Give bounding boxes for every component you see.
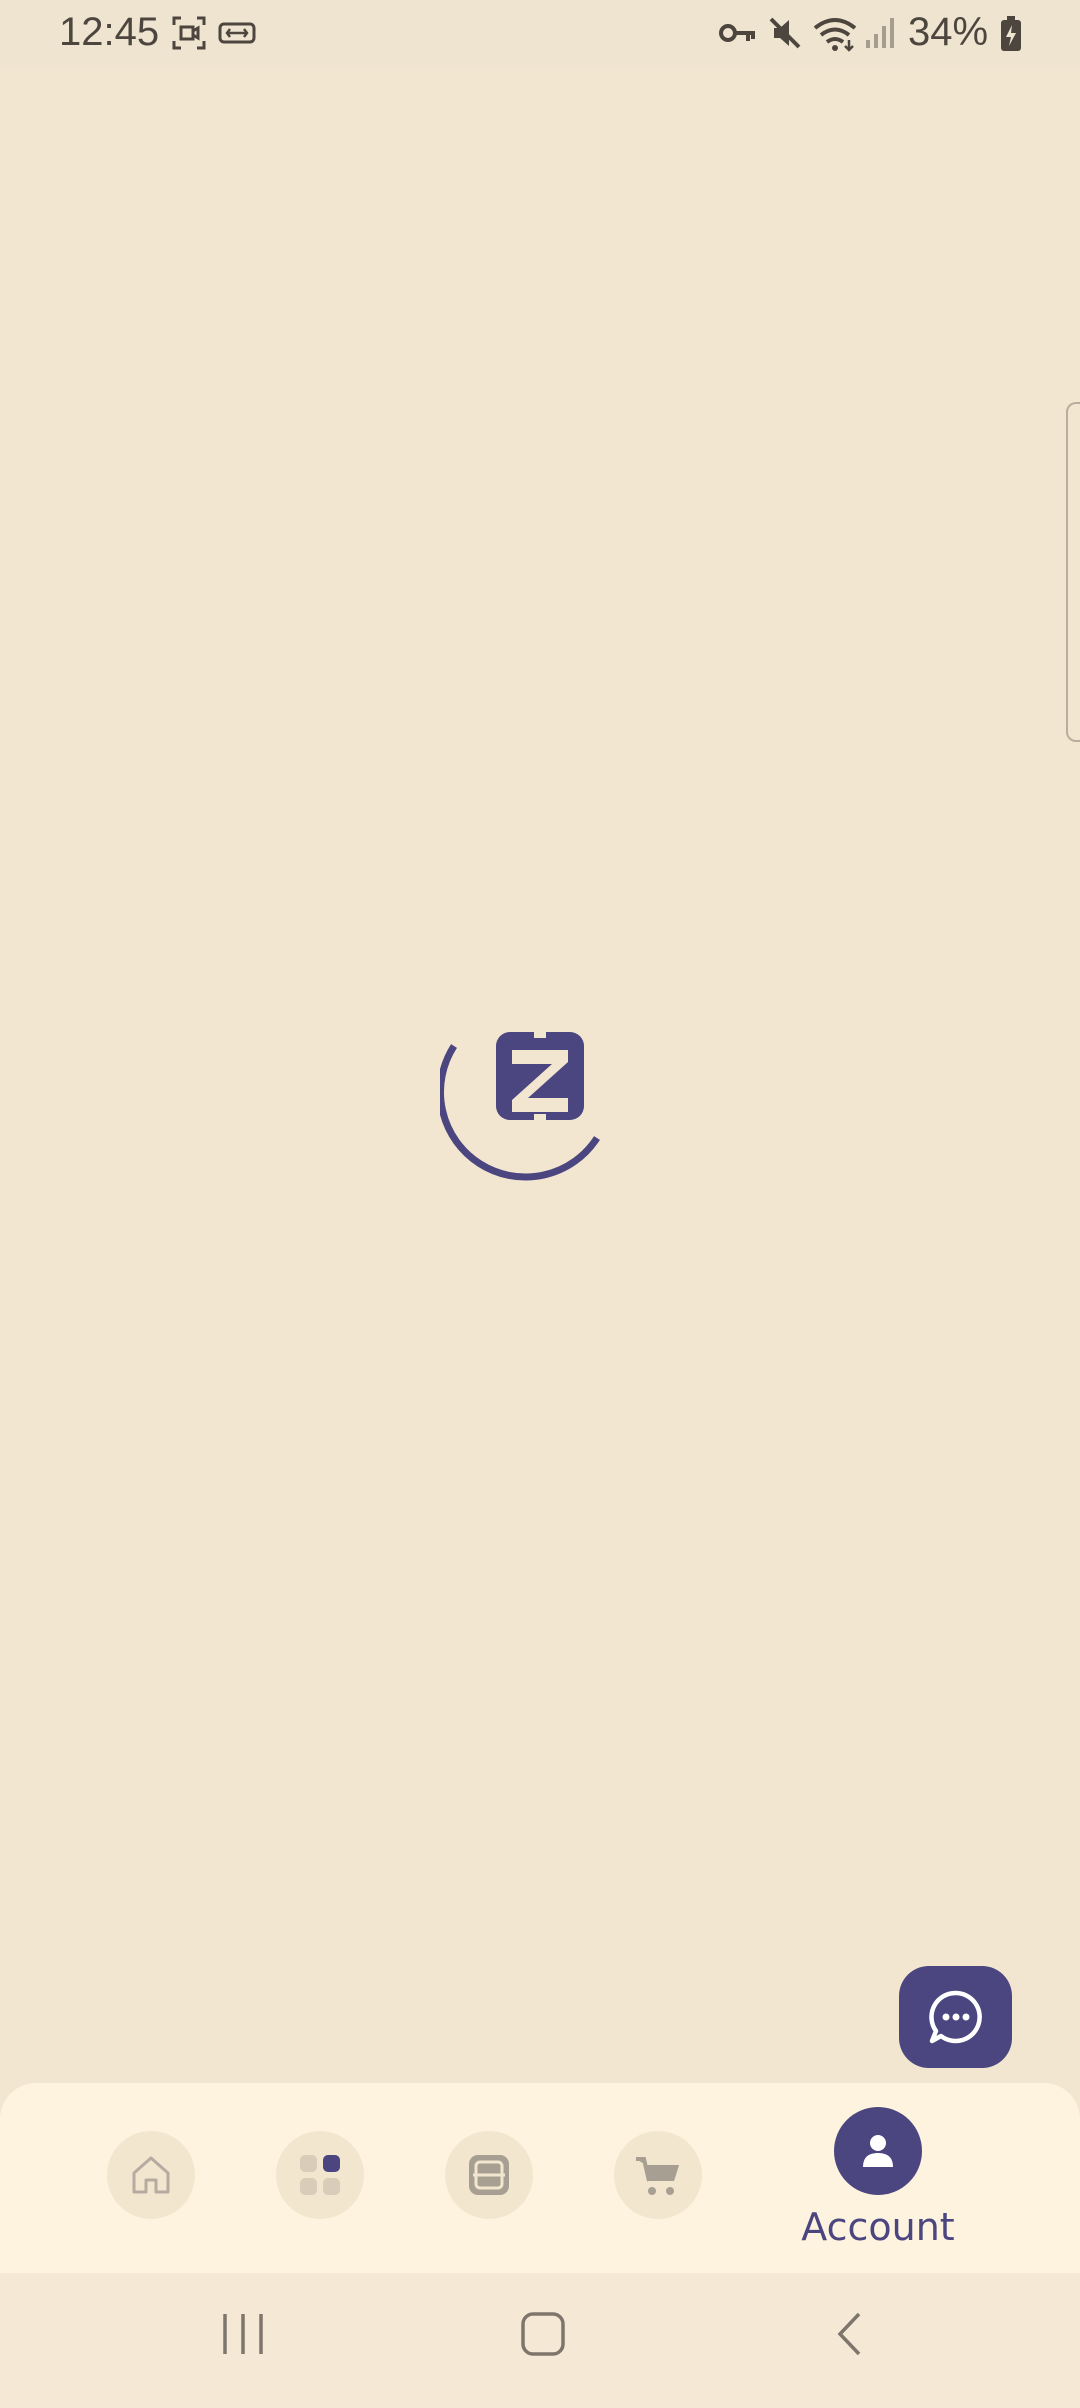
battery-percent: 34% [908, 10, 989, 54]
bottom-navigation: Account [0, 2083, 1080, 2273]
z-logo-spinner-icon [437, 1024, 600, 1181]
nav-account-label[interactable]: Account [790, 2205, 966, 2249]
nav-cart[interactable] [614, 2131, 702, 2219]
chat-bubble-icon [928, 1990, 982, 2044]
nav-categories[interactable] [276, 2131, 364, 2219]
loading-spinner [437, 1020, 610, 1190]
back-icon[interactable] [828, 2311, 874, 2357]
mute-icon [769, 17, 801, 49]
home-button-icon[interactable] [520, 2311, 566, 2357]
signal-icon [866, 18, 894, 48]
status-time: 12:45 [59, 10, 160, 54]
nav-account[interactable] [834, 2107, 922, 2195]
nav-home[interactable] [107, 2131, 195, 2219]
nav-scan[interactable] [445, 2131, 533, 2219]
account-icon [863, 2135, 893, 2167]
screen-record-icon [172, 16, 206, 50]
cart-icon [636, 2157, 679, 2195]
system-navigation-bar [0, 2273, 1080, 2408]
home-icon [132, 2156, 170, 2194]
status-bar: 12:45 34% [0, 0, 1080, 67]
vpn-key-icon [719, 24, 755, 42]
battery-charging-icon [1001, 16, 1021, 51]
wifi-icon [813, 18, 857, 52]
edge-panel-handle[interactable] [1066, 402, 1080, 742]
categories-icon [300, 2155, 340, 2195]
chat-button[interactable] [899, 1966, 1012, 2068]
link-icon [218, 22, 256, 44]
recent-apps-icon[interactable] [220, 2311, 266, 2357]
scan-icon [469, 2155, 509, 2195]
